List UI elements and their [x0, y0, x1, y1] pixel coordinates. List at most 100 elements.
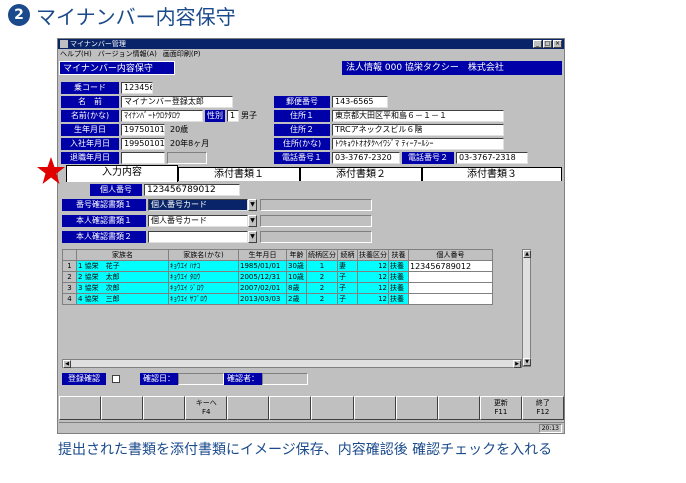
personal-number-field[interactable]: 123456789012 [144, 184, 240, 196]
table-horizontal-scrollbar[interactable]: ◀ ▶ [62, 359, 522, 368]
address-kana-field[interactable]: ﾄｳｷｮｳﾄｵｵﾀｸﾍｲﾜｼﾞﾏ ﾃｨｰｱｰﾙｼｰ [332, 138, 504, 150]
close-button[interactable]: × [553, 40, 562, 48]
cell-birth[interactable]: 1985/01/01 [238, 260, 287, 272]
app-icon [60, 40, 68, 48]
id-doc2-select[interactable] [148, 231, 248, 243]
tab-input-content[interactable]: 入力内容 [66, 165, 178, 182]
fkey-5[interactable] [227, 396, 270, 420]
cell-name[interactable]: 3 協栄 次郎 [76, 282, 169, 294]
register-confirm-checkbox[interactable] [112, 375, 120, 383]
cell-kana[interactable]: ｷｮｳｴｲ ﾊﾅｺ [168, 260, 239, 272]
cell-kana[interactable]: ｷｮｳｴｲ ｻﾌﾞﾛｳ [168, 293, 239, 305]
cell-dep[interactable]: 扶養 [388, 293, 409, 305]
cell-dep[interactable]: 扶養 [388, 271, 409, 283]
cell-birth[interactable]: 2005/12/31 [238, 271, 287, 283]
fkey-9[interactable] [395, 396, 438, 420]
address1-field[interactable]: 東京都大田区平和島６－１－１ [332, 110, 504, 122]
maximize-button[interactable]: □ [543, 40, 552, 48]
hire-date-label: 入社年月日 [61, 138, 119, 150]
cell-birth[interactable]: 2007/02/01 [238, 282, 287, 294]
hire-date-field[interactable]: 19950101 [121, 138, 165, 150]
cell-name[interactable]: 4 協栄 三郎 [76, 293, 169, 305]
table-vertical-scrollbar[interactable]: ▲ ▼ [522, 249, 531, 367]
retire-extra-field [167, 152, 207, 164]
number-doc-label: 番号確認書類１ [62, 199, 146, 211]
cell-rel[interactable]: 子 [337, 293, 358, 305]
id-doc2-dropdown-icon[interactable]: ▼ [248, 231, 257, 243]
cell-kana[interactable]: ｷｮｳｴｲ ｼﾞﾛｳ [168, 282, 239, 294]
retire-date-field[interactable] [121, 152, 165, 164]
birth-field[interactable]: 19750101 [121, 124, 165, 136]
cell-pno[interactable] [408, 271, 493, 283]
cell-dep-code[interactable]: 12 [357, 271, 389, 283]
cell-dep[interactable]: 扶養 [388, 260, 409, 272]
table-row[interactable]: 4 4 協栄 三郎 ｷｮｳｴｲ ｻﾌﾞﾛｳ 2013/03/03 2歳 2 子 … [62, 293, 493, 305]
fkey-8[interactable] [353, 396, 396, 420]
table-row[interactable]: 1 1 協栄 花子 ｷｮｳｴｲ ﾊﾅｺ 1985/01/01 30歳 1 妻 1… [62, 260, 493, 272]
cell-kana[interactable]: ｷｮｳｴｲ ﾀﾛｳ [168, 271, 239, 283]
cell-name[interactable]: 2 協栄 太郎 [76, 271, 169, 283]
cell-age[interactable]: 30歳 [286, 260, 307, 272]
tel2-field[interactable]: 03-3767-2318 [456, 152, 528, 164]
number-doc-select[interactable]: 個人番号カード [148, 199, 248, 211]
cell-birth[interactable]: 2013/03/03 [238, 293, 287, 305]
address2-field[interactable]: TRCアネックスビル６階 [332, 124, 504, 136]
personal-number-label: 個人番号 [90, 184, 142, 196]
cell-rel[interactable]: 子 [337, 271, 358, 283]
cell-pno[interactable] [408, 282, 493, 294]
fkey-2[interactable] [101, 396, 144, 420]
menu-print[interactable]: 画面印刷(P) [163, 49, 201, 59]
cell-dep-code[interactable]: 12 [357, 293, 389, 305]
employee-code-field[interactable]: 123456 [121, 82, 153, 94]
fkey-1[interactable] [59, 396, 102, 420]
cell-pno[interactable]: 123456789012 [408, 260, 493, 272]
cell-rel-code[interactable]: 2 [306, 282, 338, 294]
table-row[interactable]: 3 3 協栄 次郎 ｷｮｳｴｲ ｼﾞﾛｳ 2007/02/01 8歳 2 子 1… [62, 282, 493, 294]
minimize-button[interactable]: _ [533, 40, 542, 48]
menu-bar: ヘルプ(H) バージョン情報(A) 画面印刷(P) [58, 49, 564, 59]
scroll-left-icon[interactable]: ◀ [63, 360, 71, 368]
cell-rel-code[interactable]: 1 [306, 260, 338, 272]
tab-attachment-2[interactable]: 添付書類２ [300, 167, 422, 181]
cell-age[interactable]: 8歳 [286, 282, 307, 294]
birth-label: 生年月日 [61, 124, 119, 136]
col-header-rel: 続柄 [337, 249, 358, 261]
fkey-4-key-button[interactable]: キーへ F4 [185, 396, 228, 420]
scroll-down-icon[interactable]: ▼ [523, 358, 531, 366]
menu-help[interactable]: ヘルプ(H) [60, 49, 92, 59]
id-doc1-select[interactable]: 個人番号カード [148, 215, 248, 227]
fkey-4-label: キーへ [195, 399, 217, 407]
exit-button[interactable]: 終了 F12 [521, 396, 564, 420]
cell-rel[interactable]: 子 [337, 282, 358, 294]
name-field[interactable]: マイナンバー登録太郎 [121, 96, 233, 108]
tel1-field[interactable]: 03-3767-2320 [332, 152, 400, 164]
fkey-7[interactable] [311, 396, 354, 420]
cell-rel-code[interactable]: 2 [306, 271, 338, 283]
tab-attachment-3[interactable]: 添付書類３ [422, 167, 562, 181]
cell-name[interactable]: 1 協栄 花子 [76, 260, 169, 272]
cell-dep-code[interactable]: 12 [357, 260, 389, 272]
status-clock: 20:13 [538, 424, 562, 433]
cell-age[interactable]: 10歳 [286, 271, 307, 283]
tab-attachment-1[interactable]: 添付書類１ [178, 167, 300, 181]
menu-version[interactable]: バージョン情報(A) [98, 49, 157, 59]
fkey-3[interactable] [143, 396, 186, 420]
gender-code-field[interactable]: 1 [227, 110, 239, 122]
fkey-10[interactable] [437, 396, 480, 420]
cell-rel[interactable]: 妻 [337, 260, 358, 272]
col-header-pno: 個人番号 [408, 249, 493, 261]
cell-pno[interactable] [408, 293, 493, 305]
scroll-up-icon[interactable]: ▲ [523, 250, 531, 258]
cell-age[interactable]: 2歳 [286, 293, 307, 305]
cell-rel-code[interactable]: 2 [306, 293, 338, 305]
id-doc1-dropdown-icon[interactable]: ▼ [248, 215, 257, 227]
cell-dep[interactable]: 扶養 [388, 282, 409, 294]
table-row[interactable]: 2 2 協栄 太郎 ｷｮｳｴｲ ﾀﾛｳ 2005/12/31 10歳 2 子 1… [62, 271, 493, 283]
number-doc-dropdown-icon[interactable]: ▼ [248, 199, 257, 211]
scroll-right-icon[interactable]: ▶ [513, 360, 521, 368]
cell-dep-code[interactable]: 12 [357, 282, 389, 294]
update-button[interactable]: 更新 F11 [479, 396, 522, 420]
zip-field[interactable]: 143-6565 [332, 96, 388, 108]
fkey-6[interactable] [269, 396, 312, 420]
name-kana-field[interactable]: ﾏｲﾅﾝﾊﾞｰﾄｳﾛｸﾀﾛｳ [121, 110, 203, 122]
